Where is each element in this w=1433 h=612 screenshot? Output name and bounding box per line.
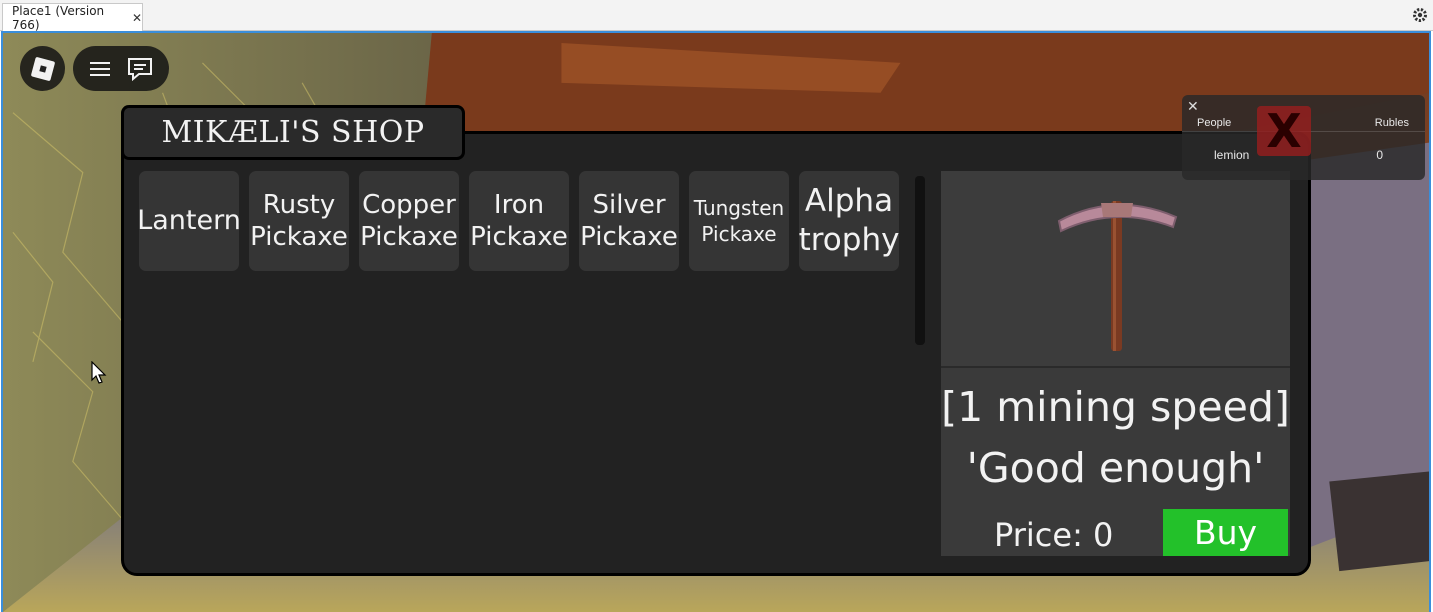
item-price: Price: 0 bbox=[994, 516, 1114, 554]
roblox-menu-button[interactable] bbox=[20, 46, 65, 91]
item-button-lantern[interactable]: Lantern bbox=[137, 171, 241, 271]
buy-button[interactable]: Buy bbox=[1163, 509, 1288, 556]
item-description: [1 mining speed] 'Good enough' bbox=[941, 383, 1290, 492]
player-name: lemion bbox=[1214, 148, 1250, 162]
item-button-alpha-trophy[interactable]: Alpha trophy bbox=[799, 171, 899, 271]
close-icon[interactable]: ✕ bbox=[132, 11, 142, 25]
studio-tab-strip: Place1 (Version 766) ✕ bbox=[0, 0, 1433, 32]
document-tab[interactable]: Place1 (Version 766) ✕ bbox=[2, 3, 143, 32]
pickaxe-icon bbox=[1057, 201, 1178, 351]
shop-title: MIKÆLI'S SHOP bbox=[121, 105, 465, 160]
settings-gear-icon[interactable] bbox=[1411, 6, 1429, 24]
player-rubles: 0 bbox=[1376, 148, 1383, 162]
item-list-scrollbar[interactable] bbox=[915, 176, 925, 345]
item-button-copper-pickaxe[interactable]: Copper Pickaxe bbox=[359, 171, 459, 271]
item-button-silver-pickaxe[interactable]: Silver Pickaxe bbox=[579, 171, 679, 271]
red-x-close-button[interactable]: X bbox=[1257, 106, 1311, 156]
game-viewport[interactable]: MIKÆLI'S SHOP Lantern Rusty Pickaxe Copp… bbox=[1, 31, 1431, 612]
item-preview-panel: [1 mining speed] 'Good enough' Price: 0 … bbox=[941, 171, 1290, 556]
item-button-rusty-pickaxe[interactable]: Rusty Pickaxe bbox=[249, 171, 349, 271]
item-button-tungsten-pickaxe[interactable]: Tungsten Pickaxe bbox=[689, 171, 789, 271]
item-button-iron-pickaxe[interactable]: Iron Pickaxe bbox=[469, 171, 569, 271]
roblox-topbar-pill bbox=[73, 46, 169, 91]
chat-icon[interactable] bbox=[127, 57, 153, 81]
leaderboard-close-icon[interactable]: ✕ bbox=[1187, 98, 1199, 115]
document-tab-label: Place1 (Version 766) bbox=[12, 3, 105, 32]
column-people: People bbox=[1197, 117, 1232, 129]
mouse-cursor-icon bbox=[91, 361, 107, 384]
shop-item-list: Lantern Rusty Pickaxe Copper Pickaxe Iro… bbox=[137, 171, 899, 271]
item-preview-image bbox=[941, 171, 1290, 368]
column-rubles: Rubles bbox=[1374, 117, 1409, 129]
roblox-logo-icon bbox=[30, 56, 55, 81]
hamburger-menu-icon[interactable] bbox=[89, 60, 111, 78]
